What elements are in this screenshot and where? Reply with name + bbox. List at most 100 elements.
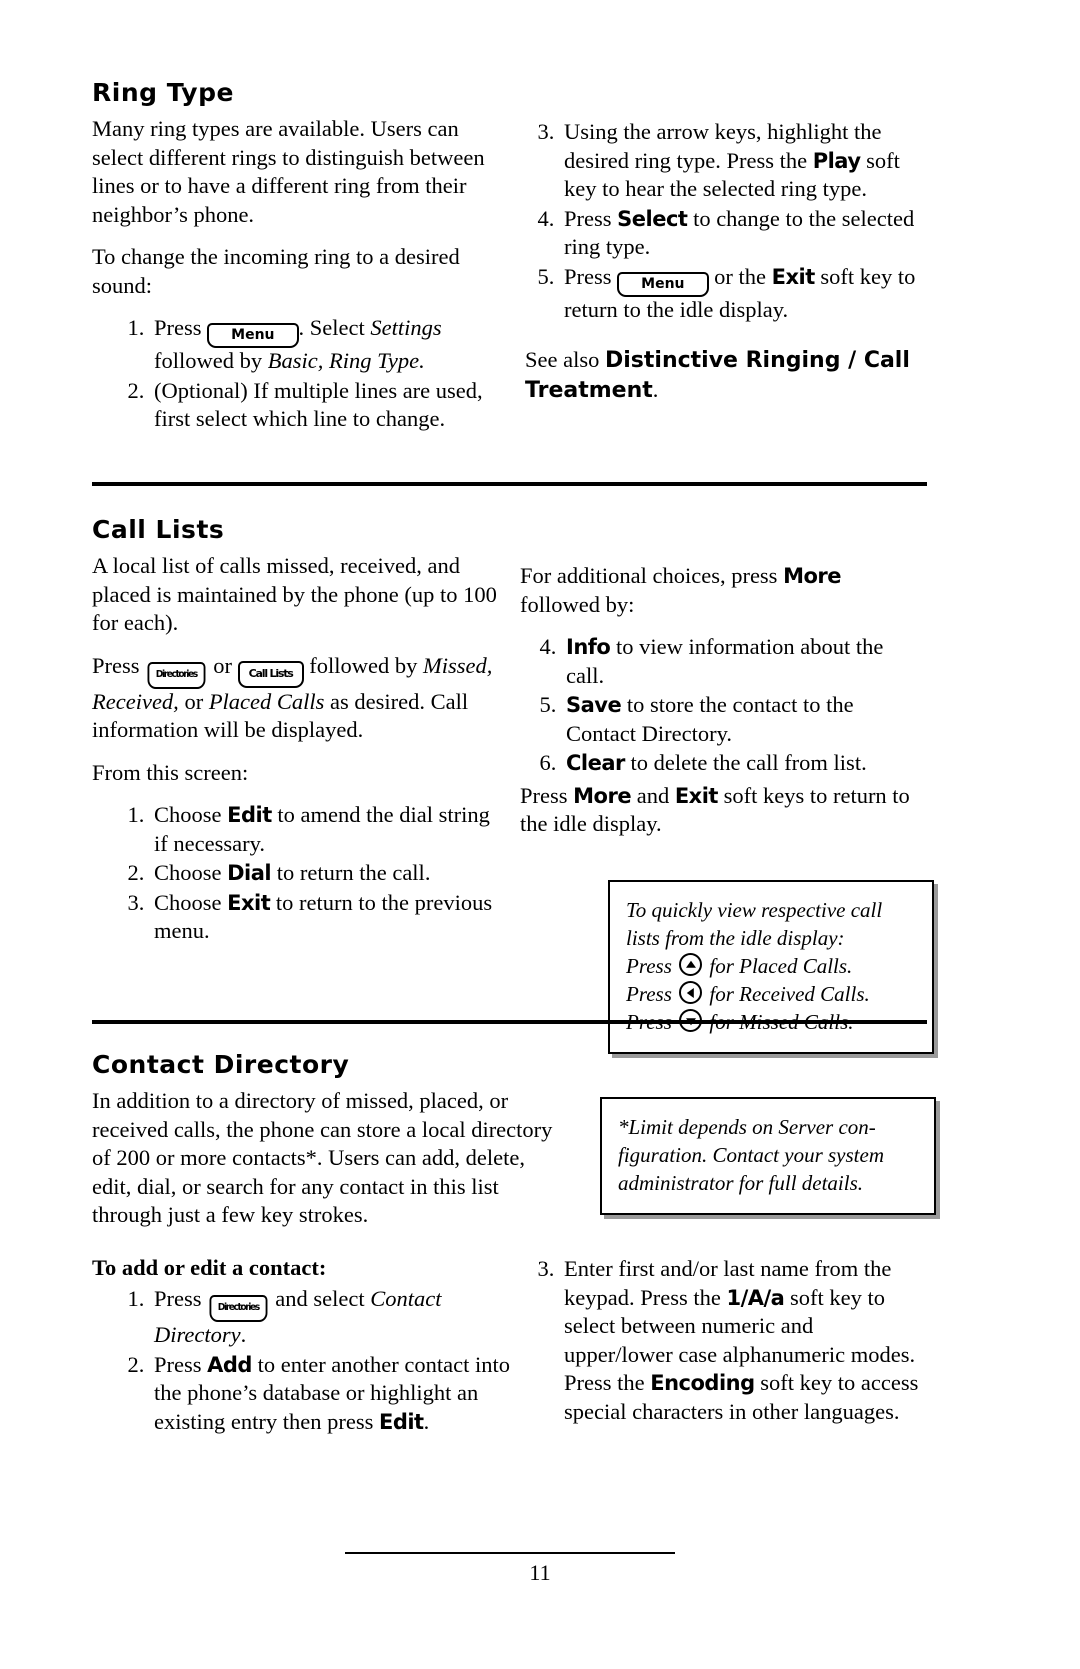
footer-divider xyxy=(345,1552,675,1554)
or-label: or xyxy=(207,652,238,678)
list-item: Choose Dial to return the call. xyxy=(150,859,507,888)
call-lists-steps-left: Choose Edit to amend the dial string if … xyxy=(92,801,507,946)
step-text: Press xyxy=(154,315,202,340)
list-item: Info to view information about the call. xyxy=(562,633,925,690)
contact-directory-steps-left: Press Directories and select Contact Dir… xyxy=(92,1285,512,1436)
contact-directory-right-column: Enter first and/or last name from the ke… xyxy=(525,1255,925,1438)
step-text: Press xyxy=(154,1351,208,1377)
edit-softkey-label: Edit xyxy=(378,1409,424,1434)
step-text: Press xyxy=(564,205,618,231)
dial-softkey-label: Dial xyxy=(227,861,272,885)
info-softkey-label: Info xyxy=(566,635,611,659)
arrow-up-key-icon xyxy=(679,953,703,976)
see-also-period: . xyxy=(652,376,659,402)
step-text: Choose xyxy=(154,860,228,885)
page-title-call-lists: Call Lists xyxy=(92,515,225,544)
add-softkey-label: Add xyxy=(207,1352,252,1377)
note-line-1: To quickly view respective call xyxy=(626,898,883,922)
call-lists-paragraph-3: From this screen: xyxy=(92,759,249,785)
note-press-label: Press xyxy=(626,954,678,978)
contact-directory-paragraph-1: In addition to a directory of missed, pl… xyxy=(92,1088,553,1227)
ring-type-paragraph-1: Many ring types are available. Users can… xyxy=(92,116,485,227)
exit-softkey-label: Exit xyxy=(771,264,816,289)
more-softkey-label-2: More xyxy=(573,783,632,808)
call-lists-paragraph-1: A local list of calls missed, received, … xyxy=(92,553,497,635)
play-softkey-label: Play xyxy=(812,148,861,173)
note-line-1: *Limit depends on Server con- xyxy=(618,1115,876,1139)
step-text-3: followed by xyxy=(154,348,268,373)
call-lists-note-box: To quickly view respective call lists fr… xyxy=(608,880,934,1054)
menu-softkey-icon: Menu xyxy=(617,271,709,297)
list-item: Press Menu. Select Settings followed by … xyxy=(150,314,497,376)
list-item: Choose Exit to return to the previous me… xyxy=(150,889,507,946)
step-italic-basic-ring-type: Basic, Ring Type. xyxy=(267,348,425,373)
or-label-2: or xyxy=(178,688,209,714)
directories-softkey-icon: Directories xyxy=(147,661,206,689)
call-lists-softkey-icon: Call Lists xyxy=(237,660,304,688)
step-text-2: or the xyxy=(708,263,772,289)
step-text: to view information about the call. xyxy=(566,634,884,688)
contact-directory-add-edit-block: To add or edit a contact: Press Director… xyxy=(92,1255,512,1448)
list-item: Clear to delete the call from list. xyxy=(562,749,925,778)
call-lists-steps-right: Info to view information about the call.… xyxy=(520,633,925,778)
encoding-softkey-label: Encoding xyxy=(650,1371,755,1395)
note-press-label-2: Press xyxy=(626,982,678,1006)
ring-type-steps-right: Using the arrow keys, highlight the desi… xyxy=(525,118,925,324)
call-lists-paragraph-2: Press Directories or Call Lists followed… xyxy=(92,652,507,745)
call-lists-return-paragraph: Press More and Exit soft keys to return … xyxy=(520,782,925,839)
step-italic-settings: Settings xyxy=(370,315,442,340)
note-text-received: for Received Calls. xyxy=(704,982,870,1006)
list-item: Press Add to enter another contact into … xyxy=(150,1351,512,1437)
edit-softkey-label: Edit xyxy=(227,803,272,827)
page-title-ring-type: Ring Type xyxy=(92,78,234,107)
exit-softkey-label: Exit xyxy=(227,890,271,915)
step-text: Press xyxy=(564,263,612,289)
note-line-2: lists from the idle display: xyxy=(626,926,845,950)
contact-directory-steps-right: Enter first and/or last name from the ke… xyxy=(525,1255,925,1426)
step-text-2: . Select xyxy=(298,315,371,340)
ring-type-left-column: Ring Type Many ring types are available.… xyxy=(92,78,497,446)
step-text: to delete the call from list. xyxy=(624,750,867,775)
directories-softkey-icon: Directories xyxy=(209,1295,268,1322)
arrow-left-key-icon xyxy=(679,981,703,1004)
text-b: followed by: xyxy=(520,591,635,617)
select-softkey-label: Select xyxy=(617,206,688,231)
list-item: Press Select to change to the selected r… xyxy=(560,205,925,262)
followed-by-label: followed by xyxy=(303,652,424,678)
text-mid: and xyxy=(631,782,675,808)
call-lists-left-column: Call Lists A local list of calls missed,… xyxy=(92,515,507,958)
italic-placed-calls: Placed Calls xyxy=(208,688,325,714)
contact-directory-subhead: To add or edit a contact: xyxy=(92,1255,327,1280)
step-text: Choose xyxy=(154,802,228,827)
step-text-2: to return the call. xyxy=(271,860,431,885)
divider-1 xyxy=(92,482,927,486)
list-item: (Optional) If multiple lines are used, f… xyxy=(150,377,497,434)
alpha-mode-softkey-label: 1/A/a xyxy=(726,1285,785,1310)
step-text-3: . xyxy=(423,1408,430,1434)
page-title-contact-directory: Contact Directory xyxy=(92,1050,350,1079)
more-softkey-label: More xyxy=(783,564,842,588)
list-item: Choose Edit to amend the dial string if … xyxy=(150,801,507,858)
list-item: Press Directories and select Contact Dir… xyxy=(150,1285,512,1350)
see-also-prefix: See also xyxy=(525,347,605,372)
step-text: Choose xyxy=(154,889,228,915)
press-label: Press xyxy=(92,652,146,678)
ring-type-paragraph-2: To change the incoming ring to a desired… xyxy=(92,244,460,298)
ring-type-right-column: Using the arrow keys, highlight the desi… xyxy=(525,118,925,419)
divider-2 xyxy=(92,1020,927,1024)
note-line-4: Press for Received Calls. xyxy=(626,980,916,1008)
step-text-2: and select xyxy=(269,1286,371,1311)
ring-type-see-also: See also Distinctive Ringing / Call Trea… xyxy=(525,346,925,405)
step-text: Press xyxy=(154,1286,208,1311)
clear-softkey-label: Clear xyxy=(566,751,625,775)
exit-softkey-label-2: Exit xyxy=(674,783,719,808)
save-softkey-label: Save xyxy=(566,693,622,717)
menu-softkey-icon: Menu xyxy=(207,323,299,348)
text-a: Press xyxy=(520,782,574,808)
list-item: Press Menu or the Exit soft key to retur… xyxy=(560,263,925,325)
note-line-3: Press for Placed Calls. xyxy=(626,952,916,980)
list-item: Enter first and/or last name from the ke… xyxy=(560,1255,925,1426)
note-line-2: figuration. Contact your system xyxy=(618,1143,884,1167)
call-lists-more-paragraph: For additional choices, press More follo… xyxy=(520,562,925,619)
document-page: Ring Type Many ring types are available.… xyxy=(0,0,1080,1669)
